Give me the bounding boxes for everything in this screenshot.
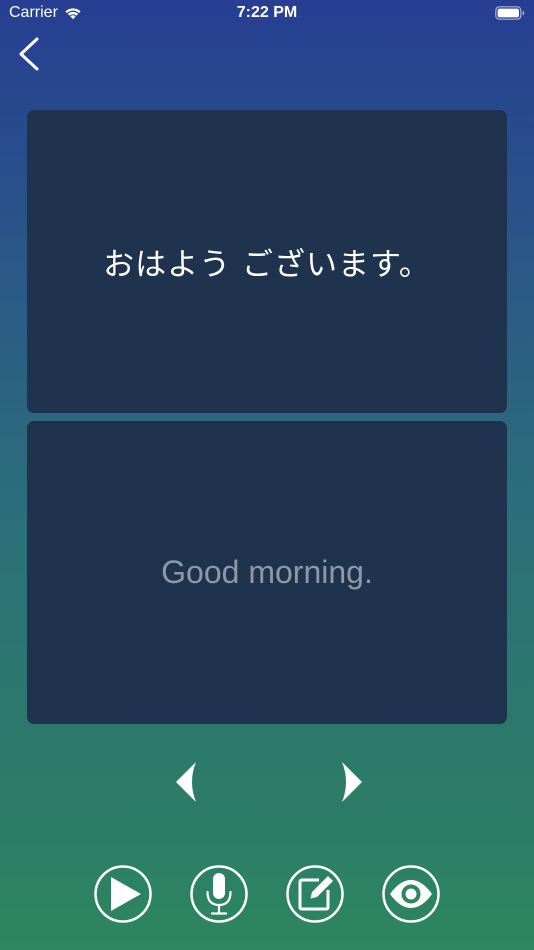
reveal-card-button[interactable] bbox=[382, 865, 440, 923]
microphone-icon bbox=[206, 873, 232, 915]
play-icon bbox=[111, 877, 141, 911]
status-time: 7:22 PM bbox=[236, 4, 298, 21]
previous-card-button[interactable] bbox=[174, 760, 202, 804]
battery-icon bbox=[495, 6, 525, 20]
chevron-left-icon bbox=[19, 37, 39, 71]
next-card-button[interactable] bbox=[336, 760, 364, 804]
arrow-right-icon bbox=[342, 762, 362, 802]
status-bar: Carrier 7:22 PM bbox=[0, 0, 534, 28]
record-voice-button[interactable] bbox=[190, 865, 248, 923]
back-button[interactable] bbox=[12, 34, 48, 74]
eye-icon bbox=[390, 880, 432, 908]
edit-card-button[interactable] bbox=[286, 865, 344, 923]
arrow-left-icon bbox=[176, 762, 196, 802]
play-audio-button[interactable] bbox=[94, 865, 152, 923]
flashcard-back[interactable]: Good morning. bbox=[27, 421, 507, 724]
flashcard-front[interactable]: おはよう ございます。 bbox=[27, 110, 507, 413]
front-text: おはよう ございます。 bbox=[103, 247, 431, 283]
edit-icon bbox=[298, 876, 333, 911]
back-text: Good morning. bbox=[161, 554, 373, 590]
